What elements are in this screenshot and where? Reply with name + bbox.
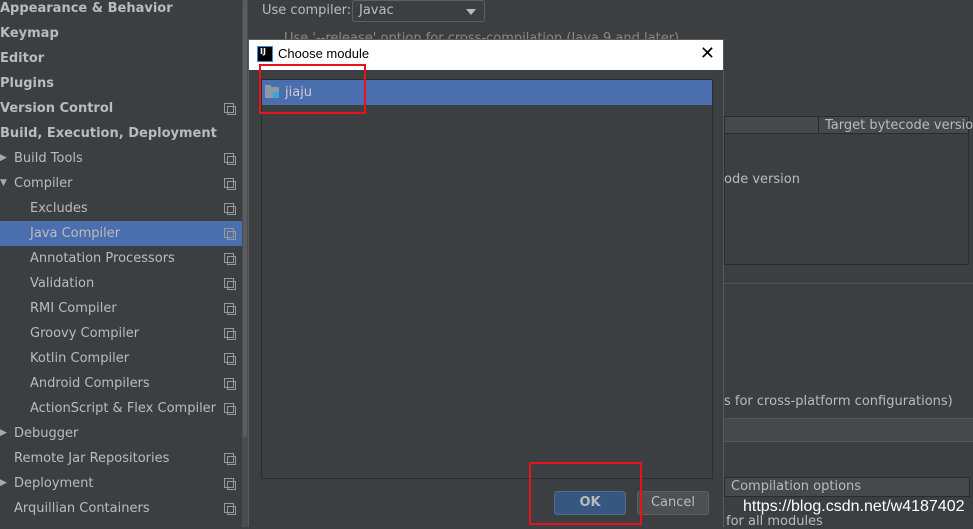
sidebar-item-label: Groovy Compiler	[30, 326, 140, 341]
compilation-options-header: Compilation options	[724, 477, 970, 497]
sidebar-item-version-control[interactable]: Version Control	[0, 96, 242, 121]
sidebar-item-label: Compiler	[14, 176, 73, 191]
sidebar-item-groovy-compiler[interactable]: Groovy Compiler	[0, 321, 242, 346]
project-scope-icon	[224, 378, 236, 390]
intellij-logo-icon: IJ	[257, 46, 273, 62]
sidebar-item-label: Editor	[0, 51, 45, 66]
project-scope-icon	[224, 478, 236, 490]
sidebar-item-label: Debugger	[14, 426, 79, 441]
sidebar-item-label: Java Compiler	[30, 226, 121, 241]
annotation-box-ok	[529, 462, 642, 525]
sidebar-item-label: Version Control	[0, 101, 114, 116]
cross-platform-text: s for cross-platform configurations)	[724, 394, 953, 409]
cancel-button[interactable]: Cancel	[637, 491, 709, 515]
project-scope-icon	[224, 328, 236, 340]
sidebar-item-label: ActionScript & Flex Compiler	[30, 401, 217, 416]
sidebar-item-android-compilers[interactable]: Android Compilers	[0, 371, 242, 396]
project-scope-icon	[224, 103, 236, 115]
sidebar-item-kotlin-compiler[interactable]: Kotlin Compiler	[0, 346, 242, 371]
sidebar-item-plugins[interactable]: Plugins	[0, 71, 242, 96]
sidebar-item-label: Arquillian Containers	[14, 501, 150, 516]
sidebar-item-rmi-compiler[interactable]: RMI Compiler	[0, 296, 242, 321]
sidebar-item-label: Build, Execution, Deployment	[0, 126, 217, 141]
bytecode-table	[724, 116, 969, 265]
project-scope-icon	[224, 278, 236, 290]
sidebar-item-build-execution-deployment[interactable]: Build, Execution, Deployment	[0, 121, 242, 146]
sidebar-item-annotation-processors[interactable]: Annotation Processors	[0, 246, 242, 271]
sidebar-item-label: Remote Jar Repositories	[14, 451, 170, 466]
project-scope-icon	[224, 453, 236, 465]
sidebar-item-debugger[interactable]: ▶ Debugger	[0, 421, 242, 446]
sidebar-item-label: Android Compilers	[30, 376, 150, 391]
project-scope-icon	[224, 353, 236, 365]
sidebar-item-label: Deployment	[14, 476, 94, 491]
sidebar-item-label: Build Tools	[14, 151, 83, 166]
project-scope-icon	[224, 178, 236, 190]
sidebar-item-actionscript-flex-compiler[interactable]: ActionScript & Flex Compiler	[0, 396, 242, 421]
watermark: https://blog.csdn.net/w4187402	[743, 498, 965, 515]
project-scope-icon	[224, 153, 236, 165]
sidebar-item-java-compiler[interactable]: Java Compiler	[0, 221, 242, 246]
expanded-arrow-icon[interactable]: ▼	[0, 171, 7, 196]
chevron-down-icon	[466, 9, 476, 15]
dialog-title: Choose module	[278, 46, 370, 61]
divider	[724, 283, 973, 284]
sidebar-item-label: Appearance & Behavior	[0, 1, 173, 16]
bytecode-text: ode version	[724, 172, 800, 187]
sidebar-item-label: Plugins	[0, 76, 54, 91]
use-compiler-label: Use compiler:	[262, 3, 352, 18]
sidebar-item-deployment[interactable]: ▶ Deployment	[0, 471, 242, 496]
sidebar-item-excludes[interactable]: Excludes	[0, 196, 242, 221]
sidebar-item-arquillian-containers[interactable]: Arquillian Containers	[0, 496, 242, 521]
sidebar-item-label: RMI Compiler	[30, 301, 117, 316]
sidebar-item-label: Kotlin Compiler	[30, 351, 130, 366]
sidebar-item-build-tools[interactable]: ▶ Build Tools	[0, 146, 242, 171]
sidebar-item-label: Annotation Processors	[30, 251, 175, 266]
sidebar-item-editor[interactable]: Editor	[0, 46, 242, 71]
compiler-select[interactable]: Javac	[352, 0, 485, 22]
sidebar-item-label: Keymap	[0, 26, 59, 41]
collapsed-arrow-icon[interactable]: ▶	[0, 471, 7, 496]
project-scope-icon	[224, 228, 236, 240]
table-header-target-bytecode[interactable]: Target bytecode version	[818, 116, 973, 134]
sidebar-item-label: Validation	[30, 276, 95, 291]
annotation-box-module	[259, 64, 366, 114]
collapsed-arrow-icon[interactable]: ▶	[0, 421, 7, 446]
project-scope-icon	[224, 203, 236, 215]
module-list[interactable]: jiaju	[261, 79, 713, 479]
project-scope-icon	[224, 303, 236, 315]
table-header-module	[724, 116, 821, 134]
sidebar-item-remote-jar-repositories[interactable]: Remote Jar Repositories	[0, 446, 242, 471]
sidebar-item-appearance-behavior[interactable]: Appearance & Behavior	[0, 0, 242, 21]
collapsed-arrow-icon[interactable]: ▶	[0, 146, 7, 171]
compiler-value: Javac	[359, 3, 394, 18]
project-scope-icon	[224, 503, 236, 515]
project-scope-icon	[224, 403, 236, 415]
scrollbar-thumb[interactable]	[243, 0, 247, 437]
sidebar-item-label: Excludes	[30, 201, 88, 216]
close-icon[interactable]: ✕	[700, 43, 715, 65]
sidebar-item-validation[interactable]: Validation	[0, 271, 242, 296]
options-field[interactable]	[724, 418, 973, 442]
sidebar-item-compiler[interactable]: ▼ Compiler	[0, 171, 242, 196]
project-scope-icon	[224, 253, 236, 265]
settings-sidebar: Appearance & Behavior Keymap Editor Plugins…	[0, 0, 242, 527]
sidebar-item-keymap[interactable]: Keymap	[0, 21, 242, 46]
